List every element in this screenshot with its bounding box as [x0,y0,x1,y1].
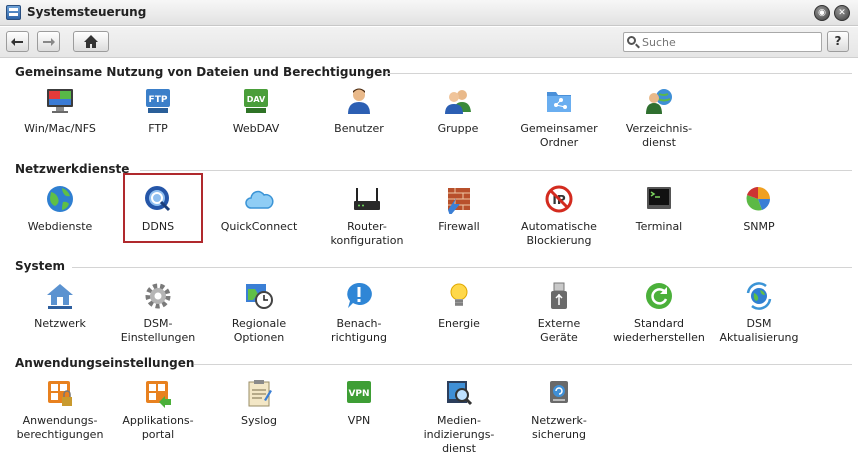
item-label: Benutzer [334,122,384,135]
item-label: Firewall [438,220,480,233]
restore-icon [646,283,672,309]
help-button[interactable]: ? [827,31,849,52]
webdav-icon: DAV [244,89,268,113]
app-portal-icon [146,381,171,408]
home-button[interactable] [73,31,109,52]
search-box[interactable] [623,32,822,52]
item-label: Medien- indizierungs- dienst [423,414,495,455]
item-label: DSM- Einstellungen [120,317,196,344]
shared-folder-icon [547,92,571,112]
directory-icon [646,89,672,114]
back-button[interactable] [6,31,29,52]
arrow-right-icon [43,38,55,46]
window-titlebar: Systemsteuerung ◉ ✕ [0,0,858,26]
item-label: Netzwerk [34,317,86,330]
control-panel-app-icon [6,5,21,20]
item-label: Automatische Blockierung [521,220,597,247]
app-privileges-icon [48,381,72,406]
firewall-icon [448,188,470,214]
section-title-file-sharing: Gemeinsame Nutzung von Dateien und Berec… [15,65,391,79]
syslog-icon [248,380,272,407]
section-title-system: System [15,259,65,273]
item-label: Win/Mac/NFS [24,122,96,135]
user-icon [348,88,370,114]
section-divider [72,267,852,268]
window-title: Systemsteuerung [27,5,147,19]
usb-icon [551,282,567,309]
section-divider [194,364,852,365]
item-label: Syslog [241,414,277,427]
item-label: Verzeichnis- dienst [625,122,693,149]
section-divider [386,73,852,74]
item-label: SNMP [743,220,775,233]
section-divider [140,170,852,171]
item-label: Regionale Optionen [231,317,287,344]
router-icon [354,188,380,210]
arrow-left-icon [11,38,23,46]
close-window-button[interactable]: ✕ [834,5,850,21]
item-label: Applikations- portal [122,414,194,441]
media-index-icon [447,381,473,406]
home-icon [84,35,98,48]
monitor-icon [47,89,73,113]
toolbar: ? [0,27,858,58]
item-label: Anwendungs- berechtigungen [16,414,104,441]
clock-icon [246,284,273,309]
block-icon: IP [545,185,573,213]
item-label: FTP [148,122,168,135]
section-title-network-services: Netzwerkdienste [15,162,130,176]
cloud-icon [245,190,274,209]
item-label: DSM Aktualisierung [719,317,799,344]
section-title-application-settings: Anwendungseinstellungen [15,356,195,370]
selection-highlight [123,173,203,243]
item-label: Gruppe [437,122,479,135]
item-label: Router- konfiguration [330,220,404,247]
item-label: Energie [438,317,480,330]
item-label: WebDAV [232,122,280,135]
item-label: Externe Geräte [537,317,581,344]
item-label: VPN [347,414,371,427]
item-label: Gemeinsamer Ordner [520,122,598,149]
snmp-icon [746,187,770,211]
item-label: Webdienste [27,220,93,233]
notification-icon [347,282,372,308]
forward-button[interactable] [37,31,60,52]
terminal-icon [647,187,671,209]
gear-icon [145,283,171,309]
item-label: Netzwerk- sicherung [531,414,587,441]
update-icon [746,282,772,310]
vpn-icon: VPN [347,381,371,403]
item-label: Terminal [635,220,683,233]
group-icon [445,90,471,114]
svg-text:VPN: VPN [348,389,369,399]
bulb-icon [450,283,468,306]
svg-text:DAV: DAV [247,95,266,104]
item-label: Benach- richtigung [331,317,387,344]
search-input[interactable] [642,35,818,49]
minimize-window-button[interactable]: ◉ [814,5,830,21]
item-label: Standard wiederherstellen [613,317,705,344]
network-home-icon [47,284,73,309]
globe-icon [47,186,73,212]
search-icon [627,36,636,45]
network-backup-icon [550,381,568,403]
ftp-icon: FTP [146,89,170,113]
svg-text:FTP: FTP [149,95,168,105]
item-label: QuickConnect [220,220,298,233]
